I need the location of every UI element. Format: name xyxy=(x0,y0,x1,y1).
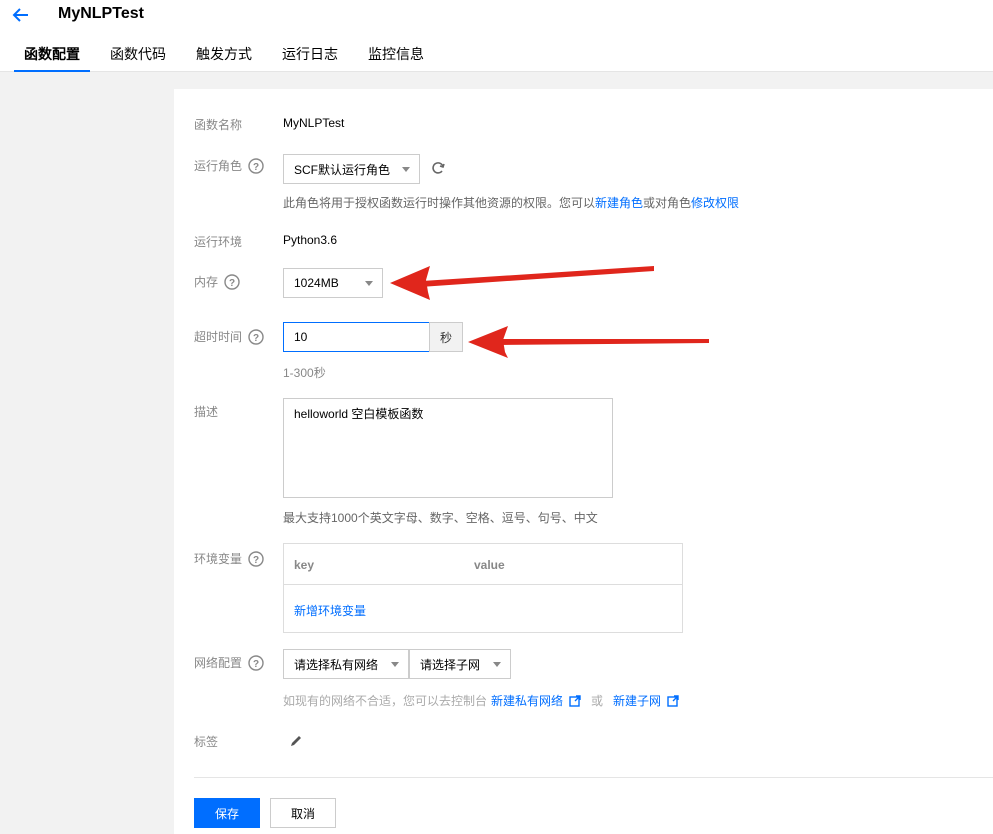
env-col-key: key xyxy=(294,558,315,572)
network-hint: 如现有的网络不合适，您可以去控制台 新建私有网络 或 新建子网 xyxy=(283,692,679,709)
external-link-icon[interactable] xyxy=(667,694,679,707)
env-label: 环境变量 ? xyxy=(194,550,264,567)
role-select[interactable]: SCF默认运行角色 xyxy=(283,154,420,184)
footer-divider xyxy=(194,777,993,778)
svg-text:?: ? xyxy=(253,162,259,173)
description-hint: 最大支持1000个英文字母、数字、空格、逗号、句号、中文 xyxy=(283,511,598,525)
new-subnet-link[interactable]: 新建子网 xyxy=(613,692,661,709)
page-title: MyNLPTest xyxy=(58,5,144,22)
memory-label: 内存 ? xyxy=(194,273,240,290)
description-label: 描述 xyxy=(194,405,219,419)
help-icon[interactable]: ? xyxy=(248,550,264,567)
chevron-down-icon xyxy=(365,281,373,286)
timeout-hint: 1-300秒 xyxy=(283,366,326,380)
help-icon[interactable]: ? xyxy=(248,654,264,671)
svg-text:?: ? xyxy=(229,278,235,289)
vpc-select[interactable]: 请选择私有网络 xyxy=(283,649,409,679)
left-margin xyxy=(0,72,174,834)
help-icon[interactable]: ? xyxy=(224,273,240,290)
runtime-label: 运行环境 xyxy=(194,235,243,249)
chevron-down-icon xyxy=(391,662,399,667)
env-var-table: key value 新增环境变量 xyxy=(283,543,683,633)
modify-permission-link[interactable]: 修改权限 xyxy=(691,196,739,210)
func-name-label: 函数名称 xyxy=(194,118,243,132)
timeout-unit-addon: 秒 xyxy=(429,322,463,352)
env-table-header: key value xyxy=(284,544,682,585)
memory-select[interactable]: 1024MB xyxy=(283,268,383,298)
new-vpc-link[interactable]: 新建私有网络 xyxy=(491,692,563,709)
content-top-gap xyxy=(174,72,993,89)
env-col-value: value xyxy=(474,558,505,572)
subnet-select[interactable]: 请选择子网 xyxy=(409,649,511,679)
help-icon[interactable]: ? xyxy=(248,157,264,174)
memory-select-value: 1024MB xyxy=(294,276,339,290)
subnet-select-value: 请选择子网 xyxy=(420,657,481,672)
new-role-link[interactable]: 新建角色 xyxy=(595,196,643,210)
back-arrow-icon[interactable] xyxy=(10,4,32,26)
role-hint: 此角色将用于授权函数运行时操作其他资源的权限。您可以新建角色或对角色修改权限 xyxy=(283,196,740,210)
description-textarea[interactable]: helloworld 空白模板函数 xyxy=(283,398,613,498)
role-select-value: SCF默认运行角色 xyxy=(294,162,391,177)
svg-text:?: ? xyxy=(253,333,259,344)
svg-text:?: ? xyxy=(253,555,259,566)
timeout-input[interactable]: 10 xyxy=(283,322,430,352)
role-label: 运行角色 ? xyxy=(194,157,264,174)
tab-function-code[interactable]: 函数代码 xyxy=(100,44,176,72)
cancel-button[interactable]: 取消 xyxy=(270,798,336,828)
network-label: 网络配置 ? xyxy=(194,654,264,671)
timeout-label: 超时时间 ? xyxy=(194,328,264,345)
top-header: MyNLPTest 函数配置 函数代码 触发方式 运行日志 监控信息 xyxy=(0,0,993,72)
save-button[interactable]: 保存 xyxy=(194,798,260,828)
tab-trigger[interactable]: 触发方式 xyxy=(186,44,262,72)
edit-pencil-icon[interactable] xyxy=(289,734,303,748)
add-env-var-link[interactable]: 新增环境变量 xyxy=(294,602,366,619)
svg-text:?: ? xyxy=(253,659,259,670)
refresh-icon[interactable] xyxy=(430,160,446,176)
vpc-select-value: 请选择私有网络 xyxy=(294,657,379,672)
tab-monitoring[interactable]: 监控信息 xyxy=(358,44,434,72)
chevron-down-icon xyxy=(493,662,501,667)
help-icon[interactable]: ? xyxy=(248,328,264,345)
tab-logs[interactable]: 运行日志 xyxy=(272,44,348,72)
tab-bar: 函数配置 函数代码 触发方式 运行日志 监控信息 xyxy=(14,44,444,72)
tab-function-config[interactable]: 函数配置 xyxy=(14,44,90,72)
runtime-value: Python3.6 xyxy=(283,233,338,247)
func-name-value: MyNLPTest xyxy=(283,116,345,130)
external-link-icon[interactable] xyxy=(569,694,581,707)
chevron-down-icon xyxy=(402,167,410,172)
tags-label: 标签 xyxy=(194,735,219,749)
